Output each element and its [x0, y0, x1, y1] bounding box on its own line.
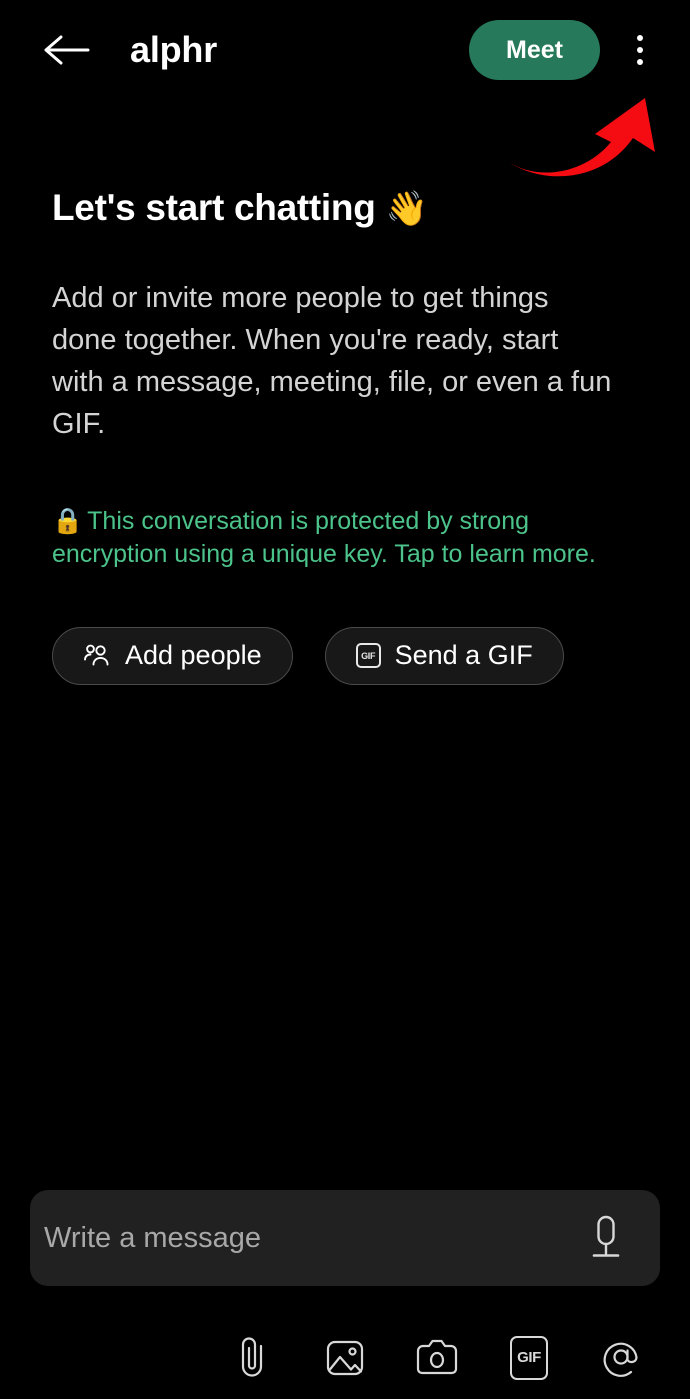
more-vertical-icon-dot-2: [637, 47, 643, 53]
microphone-icon: [592, 1215, 620, 1257]
paperclip-icon: [241, 1336, 263, 1377]
mention-button[interactable]: [598, 1335, 644, 1381]
composer-toolbar: GIF: [0, 1316, 690, 1399]
lock-icon: 🔒: [52, 506, 84, 535]
camera-button[interactable]: [414, 1335, 460, 1381]
people-icon: [84, 644, 109, 666]
app-bar: alphr Meet: [0, 0, 690, 100]
arrow-left-icon: [44, 35, 90, 65]
microphone-button[interactable]: [580, 1208, 632, 1268]
send-gif-button[interactable]: GIF Send a GIF: [324, 626, 564, 685]
conversation-empty-state: Let's start chatting 👋 Add or invite mor…: [0, 100, 690, 685]
add-people-button[interactable]: Add people: [52, 626, 293, 685]
welcome-body-text: Add or invite more people to get things …: [52, 281, 612, 440]
more-vertical-icon-dot-1: [637, 35, 643, 41]
action-button-row: Add people GIF Send a GIF: [52, 626, 638, 685]
gif-button[interactable]: GIF: [506, 1335, 552, 1381]
waving-hand-icon: 👋: [385, 190, 428, 228]
encryption-notice[interactable]: 🔒 This conversation is protected by stron…: [52, 505, 638, 571]
gallery-button[interactable]: [322, 1335, 368, 1381]
gif-icon: GIF: [510, 1335, 548, 1380]
more-vertical-icon-dot-3: [637, 59, 643, 65]
message-input[interactable]: [44, 1221, 580, 1255]
page-title: alphr: [130, 29, 218, 70]
gif-icon: GIF: [355, 643, 381, 669]
overflow-menu-button[interactable]: [612, 20, 668, 80]
camera-icon: [416, 1339, 458, 1374]
image-icon: [326, 1340, 364, 1375]
add-people-label: Add people: [125, 640, 262, 671]
back-button[interactable]: [34, 20, 100, 80]
message-composer: [30, 1190, 660, 1286]
welcome-heading: Let's start chatting 👋: [52, 187, 638, 229]
encryption-notice-text: This conversation is protected by strong…: [52, 506, 596, 568]
at-sign-icon: [603, 1342, 638, 1377]
meet-button[interactable]: Meet: [469, 20, 600, 80]
attach-file-button[interactable]: [230, 1335, 276, 1381]
welcome-heading-text: Let's start chatting: [52, 187, 376, 228]
send-gif-label: Send a GIF: [394, 640, 533, 671]
